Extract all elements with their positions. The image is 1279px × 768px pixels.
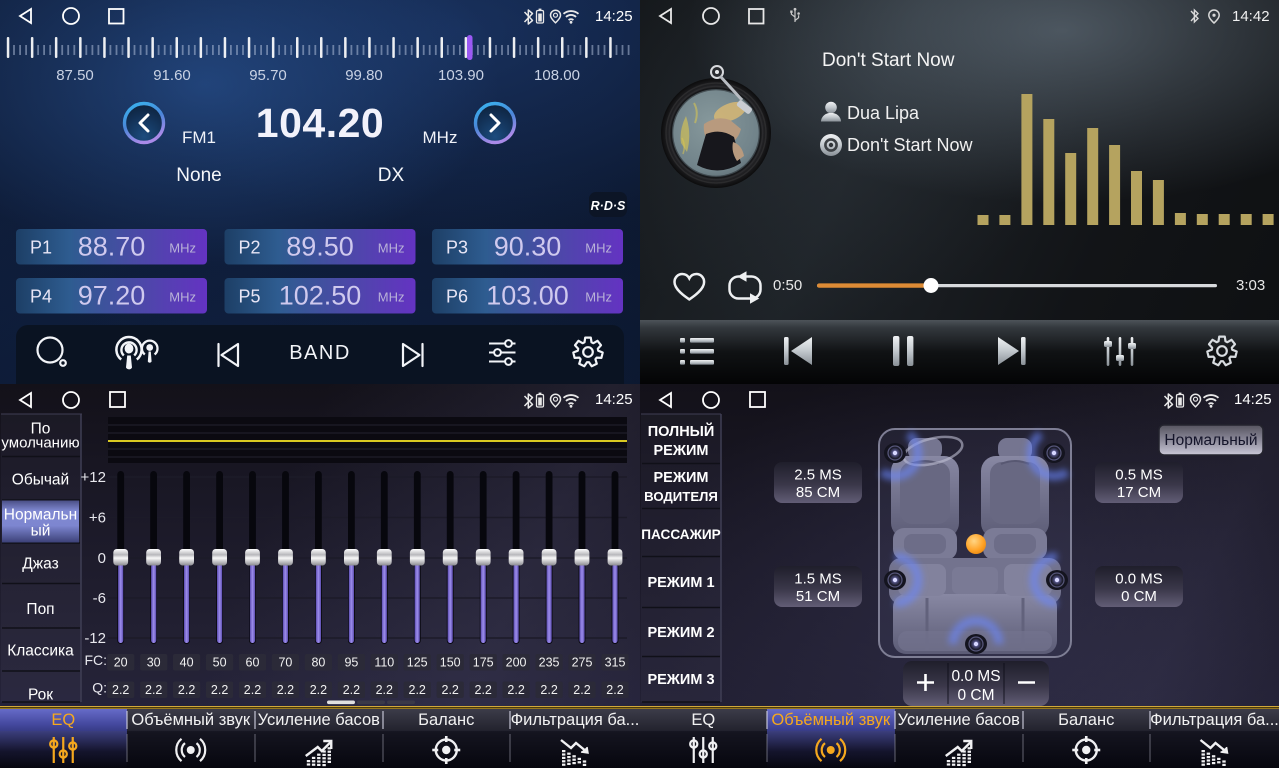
svg-text:MHz: MHz bbox=[378, 241, 405, 256]
svg-text:315: 315 bbox=[605, 656, 626, 670]
svg-text:P2: P2 bbox=[239, 238, 261, 258]
svg-text:P6: P6 bbox=[446, 287, 468, 307]
svg-text:104.20: 104.20 bbox=[256, 100, 384, 146]
svg-text:2.2: 2.2 bbox=[376, 683, 393, 697]
svg-text:1.5 MS: 1.5 MS bbox=[794, 571, 842, 588]
svg-text:150: 150 bbox=[440, 656, 461, 670]
svg-text:MHz: MHz bbox=[585, 241, 612, 256]
svg-text:BAND: BAND bbox=[289, 342, 351, 364]
svg-text:175: 175 bbox=[473, 656, 494, 670]
svg-text:None: None bbox=[176, 165, 221, 186]
svg-text:88.70: 88.70 bbox=[78, 232, 146, 262]
svg-text:2.2: 2.2 bbox=[409, 683, 426, 697]
svg-text:2.2: 2.2 bbox=[244, 683, 261, 697]
svg-text:97.20: 97.20 bbox=[78, 281, 146, 311]
svg-text:95.70: 95.70 bbox=[249, 67, 287, 84]
svg-text:P5: P5 bbox=[239, 287, 261, 307]
svg-text:70: 70 bbox=[278, 656, 292, 670]
svg-text:90.30: 90.30 bbox=[494, 232, 562, 262]
svg-text:51 CM: 51 CM bbox=[796, 588, 840, 605]
svg-text:-6: -6 bbox=[93, 590, 106, 607]
svg-text:Q:: Q: bbox=[92, 680, 107, 696]
svg-text:20: 20 bbox=[114, 656, 128, 670]
svg-text:+6: +6 bbox=[89, 510, 106, 527]
svg-text:FM1: FM1 bbox=[182, 128, 216, 147]
svg-text:P3: P3 bbox=[446, 238, 468, 258]
svg-text:+12: +12 bbox=[81, 469, 106, 486]
svg-text:110: 110 bbox=[374, 656, 394, 670]
svg-text:275: 275 bbox=[572, 656, 593, 670]
svg-text:Рок: Рок bbox=[28, 687, 53, 704]
svg-text:MHz: MHz bbox=[423, 128, 458, 147]
svg-text:2.5 MS: 2.5 MS bbox=[794, 467, 842, 484]
svg-text:P4: P4 bbox=[30, 287, 52, 307]
svg-text:108.00: 108.00 bbox=[534, 67, 580, 84]
svg-text:ВОДИТЕЛЯ: ВОДИТЕЛЯ bbox=[644, 489, 718, 504]
svg-text:17 CM: 17 CM bbox=[1117, 484, 1161, 501]
svg-text:Классика: Классика bbox=[7, 643, 74, 660]
svg-text:89.50: 89.50 bbox=[286, 232, 354, 262]
svg-text:2.2: 2.2 bbox=[475, 683, 492, 697]
svg-text:125: 125 bbox=[407, 656, 428, 670]
svg-text:FC:: FC: bbox=[84, 652, 107, 668]
svg-text:91.60: 91.60 bbox=[153, 67, 191, 84]
svg-text:80: 80 bbox=[311, 656, 325, 670]
svg-text:102.50: 102.50 bbox=[279, 281, 362, 311]
svg-text:0 CM: 0 CM bbox=[957, 687, 994, 704]
svg-text:60: 60 bbox=[246, 656, 260, 670]
svg-text:ый: ый bbox=[31, 523, 51, 540]
svg-text:РЕЖИМ 2: РЕЖИМ 2 bbox=[647, 625, 714, 641]
svg-text:200: 200 bbox=[506, 656, 527, 670]
svg-text:85 CM: 85 CM bbox=[796, 484, 840, 501]
svg-text:2.2: 2.2 bbox=[507, 683, 524, 697]
svg-text:РЕЖИМ 1: РЕЖИМ 1 bbox=[647, 575, 714, 591]
svg-text:40: 40 bbox=[180, 656, 194, 670]
svg-text:103.00: 103.00 bbox=[486, 281, 569, 311]
svg-text:Нормальн: Нормальн bbox=[4, 507, 77, 524]
svg-text:87.50: 87.50 bbox=[56, 67, 94, 84]
svg-text:0.5 MS: 0.5 MS bbox=[1115, 467, 1163, 484]
svg-text:DX: DX bbox=[378, 165, 405, 186]
svg-text:235: 235 bbox=[539, 656, 560, 670]
svg-text:MHz: MHz bbox=[169, 290, 196, 305]
svg-text:РЕЖИМ: РЕЖИМ bbox=[654, 470, 709, 486]
svg-text:Нормальный: Нормальный bbox=[1164, 432, 1257, 449]
svg-text:50: 50 bbox=[213, 656, 227, 670]
svg-text:2.2: 2.2 bbox=[606, 683, 623, 697]
svg-text:0: 0 bbox=[98, 550, 106, 567]
svg-text:R·D·S: R·D·S bbox=[591, 199, 626, 213]
svg-text:2.2: 2.2 bbox=[112, 683, 129, 697]
svg-text:РЕЖИМ: РЕЖИМ bbox=[654, 443, 709, 459]
svg-text:103.90: 103.90 bbox=[438, 67, 484, 84]
svg-text:0.0 MS: 0.0 MS bbox=[951, 668, 1000, 685]
svg-text:2.2: 2.2 bbox=[442, 683, 459, 697]
svg-text:2.2: 2.2 bbox=[211, 683, 228, 697]
svg-text:Джаз: Джаз bbox=[22, 556, 58, 573]
svg-text:0.0 MS: 0.0 MS bbox=[1115, 571, 1163, 588]
svg-text:Обычай: Обычай bbox=[12, 472, 69, 489]
svg-text:2.2: 2.2 bbox=[277, 683, 294, 697]
svg-text:99.80: 99.80 bbox=[345, 67, 383, 84]
svg-text:MHz: MHz bbox=[378, 290, 405, 305]
svg-text:ПОЛНЫЙ: ПОЛНЫЙ bbox=[648, 422, 715, 440]
svg-text:2.2: 2.2 bbox=[573, 683, 590, 697]
svg-text:2.2: 2.2 bbox=[540, 683, 557, 697]
svg-text:РЕЖИМ 3: РЕЖИМ 3 bbox=[647, 672, 714, 688]
svg-text:P1: P1 bbox=[30, 238, 52, 258]
svg-text:0 CM: 0 CM bbox=[1121, 588, 1157, 605]
svg-text:Поп: Поп bbox=[26, 601, 54, 618]
svg-text:MHz: MHz bbox=[585, 290, 612, 305]
svg-text:ПАССАЖИР: ПАССАЖИР bbox=[641, 527, 721, 542]
svg-text:30: 30 bbox=[147, 656, 161, 670]
svg-text:95: 95 bbox=[344, 656, 358, 670]
svg-text:MHz: MHz bbox=[169, 241, 196, 256]
svg-text:2.2: 2.2 bbox=[310, 683, 327, 697]
svg-text:2.2: 2.2 bbox=[343, 683, 360, 697]
svg-text:умолчанию: умолчанию bbox=[1, 435, 79, 452]
svg-text:2.2: 2.2 bbox=[145, 683, 162, 697]
svg-text:-12: -12 bbox=[84, 630, 106, 647]
svg-text:2.2: 2.2 bbox=[178, 683, 195, 697]
